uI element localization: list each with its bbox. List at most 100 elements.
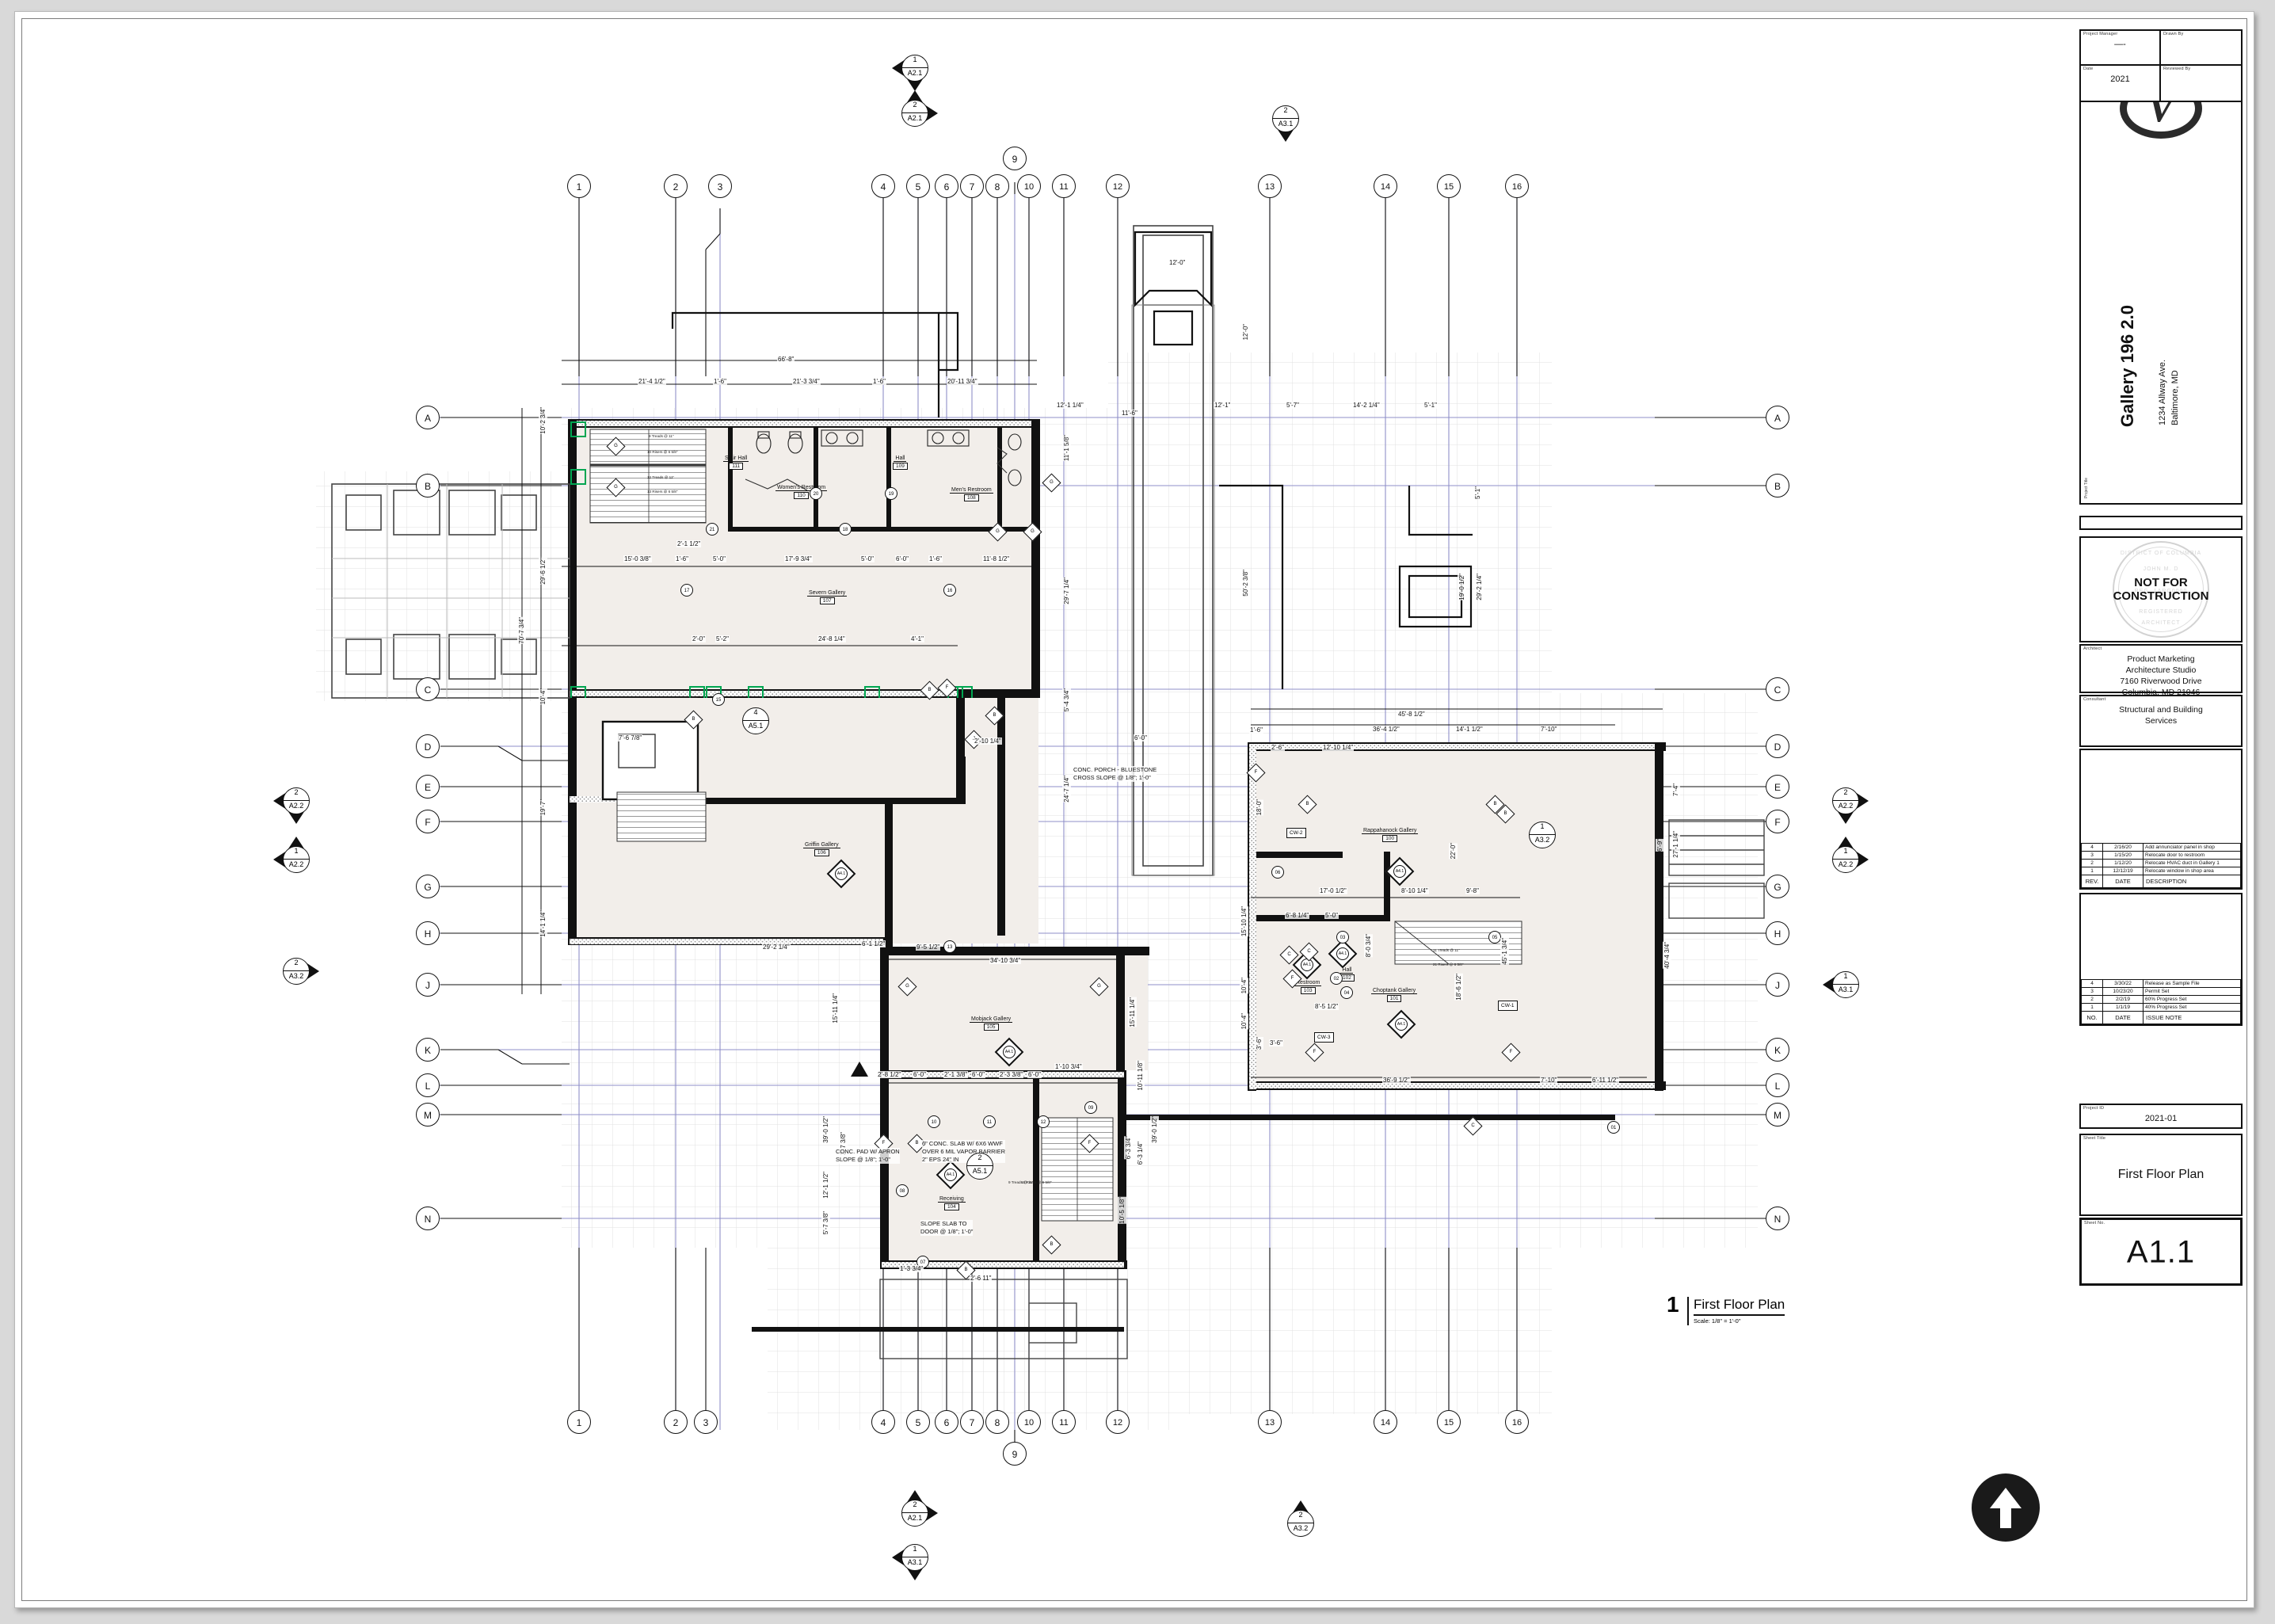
grid-bubble-10[interactable]: 10 xyxy=(1017,174,1041,198)
grid-bubble-bottom-8[interactable]: 8 xyxy=(985,1410,1009,1434)
door-tag-16[interactable]: 16 xyxy=(943,584,956,597)
drawn-by-field[interactable]: Drawn By xyxy=(2159,29,2243,66)
door-tag-04[interactable]: 04 xyxy=(1340,986,1353,999)
grid-bubble-right-F[interactable]: F xyxy=(1766,810,1789,833)
door-tag-05[interactable]: 05 xyxy=(1488,931,1501,944)
grid-bubble-right-H[interactable]: H xyxy=(1766,921,1789,945)
grid-bubble-M[interactable]: M xyxy=(416,1103,440,1127)
elevation-marker-hall[interactable]: A4.1 xyxy=(1328,939,1358,969)
elevation-marker-receiving[interactable]: A4.1 xyxy=(936,1160,966,1190)
project-id-panel[interactable]: Project ID 2021-01 xyxy=(2079,1104,2243,1129)
section-marker-a22-1-right[interactable]: 1 A2.2 xyxy=(1827,837,1869,878)
grid-bubble-3[interactable]: 3 xyxy=(708,174,732,198)
elevation-marker-mobjack[interactable]: A4.1 xyxy=(994,1037,1024,1067)
grid-bubble-right-M[interactable]: M xyxy=(1766,1103,1789,1127)
door-tag-09[interactable]: 09 xyxy=(1084,1101,1097,1114)
section-marker-a21-2-top[interactable]: 2 A2.1 xyxy=(897,90,938,132)
grid-bubble-14[interactable]: 14 xyxy=(1374,174,1397,198)
grid-bubble-7[interactable]: 7 xyxy=(960,174,984,198)
grid-bubble-9[interactable]: 9 xyxy=(1003,147,1027,170)
grid-bubble-right-C[interactable]: C xyxy=(1766,677,1789,701)
grid-bubble-4[interactable]: 4 xyxy=(871,174,895,198)
door-tag-20[interactable]: 20 xyxy=(810,487,822,500)
grid-bubble-bottom-1[interactable]: 1 xyxy=(567,1410,591,1434)
grid-bubble-8[interactable]: 8 xyxy=(985,174,1009,198)
grid-bubble-bottom-9[interactable]: 9 xyxy=(1003,1442,1027,1466)
date-field[interactable]: Date 2021 xyxy=(2079,64,2161,102)
door-tag-03[interactable]: 03 xyxy=(1336,931,1349,944)
door-tag-11[interactable]: 11 xyxy=(983,1115,996,1128)
grid-bubble-bottom-3[interactable]: 3 xyxy=(694,1410,718,1434)
grid-bubble-bottom-13[interactable]: 13 xyxy=(1258,1410,1282,1434)
grid-bubble-bottom-2[interactable]: 2 xyxy=(664,1410,688,1434)
door-tag-02[interactable]: 02 xyxy=(1330,972,1343,985)
door-tag-13[interactable]: 13 xyxy=(943,940,956,953)
grid-bubble-bottom-5[interactable]: 5 xyxy=(906,1410,930,1434)
grid-bubble-J[interactable]: J xyxy=(416,973,440,997)
grid-bubble-bottom-4[interactable]: 4 xyxy=(871,1410,895,1434)
grid-bubble-right-D[interactable]: D xyxy=(1766,734,1789,758)
door-tag-19[interactable]: 19 xyxy=(885,487,897,500)
grid-bubble-right-A[interactable]: A xyxy=(1766,406,1789,429)
grid-bubble-bottom-16[interactable]: 16 xyxy=(1505,1410,1529,1434)
grid-bubble-N[interactable]: N xyxy=(416,1207,440,1230)
section-marker-a32-2-bottom[interactable]: 2 A3.2 xyxy=(1282,1500,1319,1542)
section-marker-a22-1-left[interactable]: 1 A2.2 xyxy=(273,837,314,878)
grid-bubble-bottom-7[interactable]: 7 xyxy=(960,1410,984,1434)
grid-bubble-right-K[interactable]: K xyxy=(1766,1038,1789,1062)
door-tag-12[interactable]: 12 xyxy=(1037,1115,1050,1128)
elevation-marker-griffin[interactable]: A4.1 xyxy=(826,859,856,889)
grid-bubble-E[interactable]: E xyxy=(416,775,440,799)
grid-bubble-bottom-10[interactable]: 10 xyxy=(1017,1410,1041,1434)
grid-bubble-1[interactable]: 1 xyxy=(567,174,591,198)
detail-callout-a51-2[interactable]: 2 A5.1 xyxy=(962,1148,998,1184)
door-tag-18[interactable]: 18 xyxy=(839,523,852,536)
section-marker-a32-2-left[interactable]: 2 A3.2 xyxy=(278,953,319,989)
grid-bubble-H[interactable]: H xyxy=(416,921,440,945)
elevation-marker-rappahanock[interactable]: A4.1 xyxy=(1385,856,1415,886)
grid-bubble-right-G[interactable]: G xyxy=(1766,875,1789,898)
grid-bubble-G[interactable]: G xyxy=(416,875,440,898)
grid-bubble-F[interactable]: F xyxy=(416,810,440,833)
section-marker-a31-2-top[interactable]: 2 A3.1 xyxy=(1267,101,1304,142)
grid-bubble-bottom-6[interactable]: 6 xyxy=(935,1410,958,1434)
reviewed-by-field[interactable]: Reviewed By xyxy=(2159,64,2243,102)
section-marker-a21-1-top[interactable]: 1 A2.1 xyxy=(892,50,933,91)
grid-bubble-bottom-15[interactable]: 15 xyxy=(1437,1410,1461,1434)
grid-bubble-right-L[interactable]: L xyxy=(1766,1073,1789,1097)
grid-bubble-12[interactable]: 12 xyxy=(1106,174,1130,198)
grid-bubble-K[interactable]: K xyxy=(416,1038,440,1062)
curtain-wall-tag-cw2[interactable]: CW-2 xyxy=(1286,828,1306,838)
grid-bubble-bottom-12[interactable]: 12 xyxy=(1106,1410,1130,1434)
door-tag-08[interactable]: 08 xyxy=(896,1184,909,1197)
grid-bubble-L[interactable]: L xyxy=(416,1073,440,1097)
door-tag-17[interactable]: 17 xyxy=(680,584,693,597)
grid-bubble-16[interactable]: 16 xyxy=(1505,174,1529,198)
grid-bubble-6[interactable]: 6 xyxy=(935,174,958,198)
detail-callout-a32-1[interactable]: 1 A3.2 xyxy=(1524,817,1560,853)
door-tag-15[interactable]: 15 xyxy=(712,693,725,706)
grid-bubble-right-N[interactable]: N xyxy=(1766,1207,1789,1230)
detail-callout-a51-4[interactable]: 4 A5.1 xyxy=(737,703,774,739)
grid-bubble-bottom-14[interactable]: 14 xyxy=(1374,1410,1397,1434)
grid-bubble-right-E[interactable]: E xyxy=(1766,775,1789,799)
grid-bubble-15[interactable]: 15 xyxy=(1437,174,1461,198)
door-tag-21[interactable]: 21 xyxy=(706,523,718,536)
grid-bubble-11[interactable]: 11 xyxy=(1052,174,1076,198)
door-tag-06[interactable]: 06 xyxy=(1271,866,1284,879)
section-marker-a22-2-right[interactable]: 2 A2.2 xyxy=(1827,783,1869,824)
grid-bubble-C[interactable]: C xyxy=(416,677,440,701)
curtain-wall-tag-cw1[interactable]: CW-1 xyxy=(1498,1001,1518,1011)
project-manager-field[interactable]: Project Manager —- xyxy=(2079,29,2161,66)
section-marker-a22-2-left[interactable]: 2 A2.2 xyxy=(273,783,314,824)
grid-bubble-D[interactable]: D xyxy=(416,734,440,758)
grid-bubble-2[interactable]: 2 xyxy=(664,174,688,198)
door-tag-01[interactable]: 01 xyxy=(1607,1121,1620,1134)
section-marker-a31-1-bottom[interactable]: 1 A3.1 xyxy=(892,1539,933,1580)
door-tag-10[interactable]: 10 xyxy=(928,1115,940,1128)
grid-bubble-bottom-11[interactable]: 11 xyxy=(1052,1410,1076,1434)
section-marker-a31-1-right[interactable]: 1 A3.1 xyxy=(1823,966,1864,1003)
section-marker-a21-2-bottom[interactable]: 2 A2.1 xyxy=(897,1490,938,1531)
grid-bubble-right-B[interactable]: B xyxy=(1766,474,1789,497)
elevation-marker-choptank[interactable]: A4.1 xyxy=(1386,1009,1416,1039)
